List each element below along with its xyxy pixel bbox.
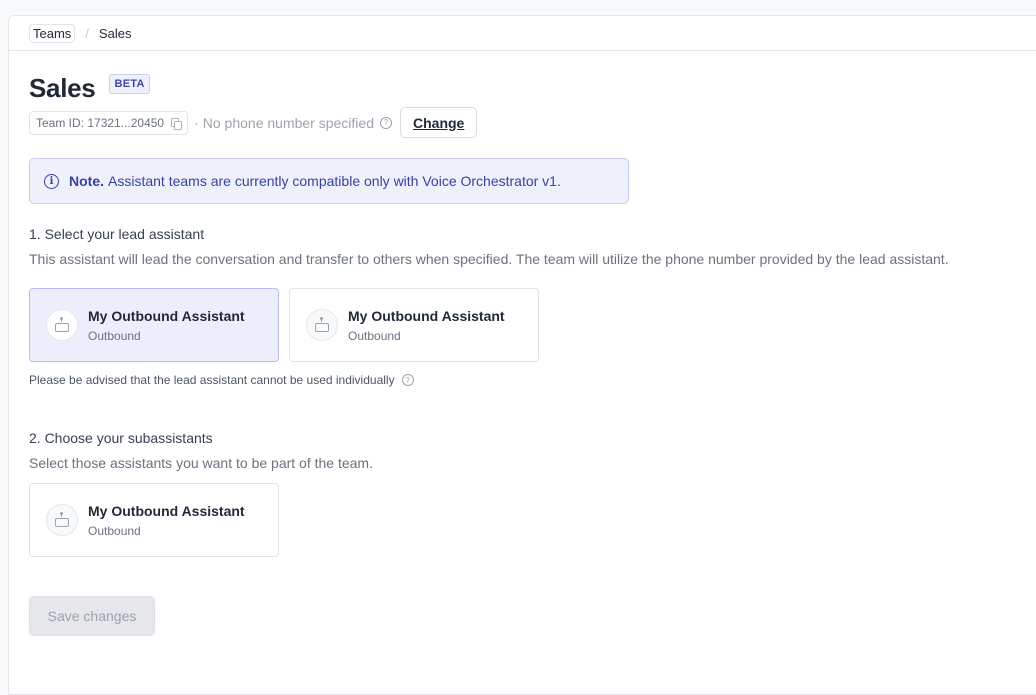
copy-icon[interactable] [171, 117, 183, 130]
team-id-text: Team ID: 17321...20450 [36, 115, 165, 130]
breadcrumb-current: Sales [98, 25, 132, 41]
robot-icon [55, 512, 69, 527]
note-text: Assistant teams are currently compatible… [108, 173, 561, 189]
sub-section-description: Select those assistants you want to be p… [29, 455, 373, 471]
help-icon[interactable]: ? [380, 116, 392, 129]
lead-assistant-card[interactable]: My Outbound Assistant Outbound [289, 288, 539, 362]
lead-advice: Please be advised that the lead assistan… [29, 373, 414, 387]
team-meta-row: Team ID: 17321...20450 · No phone number… [29, 107, 478, 138]
assistant-avatar [46, 504, 78, 536]
assistant-avatar [46, 309, 78, 341]
change-phone-button[interactable]: Change [400, 107, 478, 138]
help-icon[interactable]: ? [401, 374, 414, 386]
info-icon: i [44, 173, 59, 189]
beta-badge: BETA [109, 73, 150, 94]
robot-icon [315, 317, 329, 332]
assistant-type: Outbound [348, 328, 401, 343]
phone-status: No phone number specified [202, 114, 374, 131]
meta-separator: · [194, 114, 199, 131]
top-strip [0, 0, 1036, 16]
assistant-type: Outbound [88, 328, 141, 343]
assistant-avatar [306, 309, 338, 341]
assistant-name: My Outbound Assistant [348, 307, 505, 324]
note-label: Note. [69, 173, 104, 189]
assistant-name: My Outbound Assistant [88, 502, 245, 519]
save-changes-button[interactable]: Save changes [29, 596, 155, 636]
sub-section-title: 2. Choose your subassistants [29, 430, 213, 446]
assistant-name: My Outbound Assistant [88, 307, 245, 324]
lead-advice-text: Please be advised that the lead assistan… [29, 373, 395, 387]
breadcrumb-separator: / [85, 25, 89, 41]
subassistant-card[interactable]: My Outbound Assistant Outbound [29, 483, 279, 557]
lead-assistant-card[interactable]: My Outbound Assistant Outbound [29, 288, 279, 362]
lead-section-description: This assistant will lead the conversatio… [29, 251, 949, 267]
assistant-type: Outbound [88, 523, 141, 538]
lead-section-title: 1. Select your lead assistant [29, 226, 205, 242]
robot-icon [55, 317, 69, 332]
note-banner: i Note. Assistant teams are currently co… [29, 158, 629, 204]
breadcrumb: Teams / Sales [9, 16, 1036, 51]
page-title: Sales [29, 73, 96, 103]
breadcrumb-teams-link[interactable]: Teams [29, 23, 76, 43]
title-row: Sales BETA [29, 73, 150, 104]
main-panel: Teams / Sales Sales BETA Team ID: 17321.… [8, 15, 1036, 695]
team-id-chip[interactable]: Team ID: 17321...20450 [29, 110, 189, 135]
